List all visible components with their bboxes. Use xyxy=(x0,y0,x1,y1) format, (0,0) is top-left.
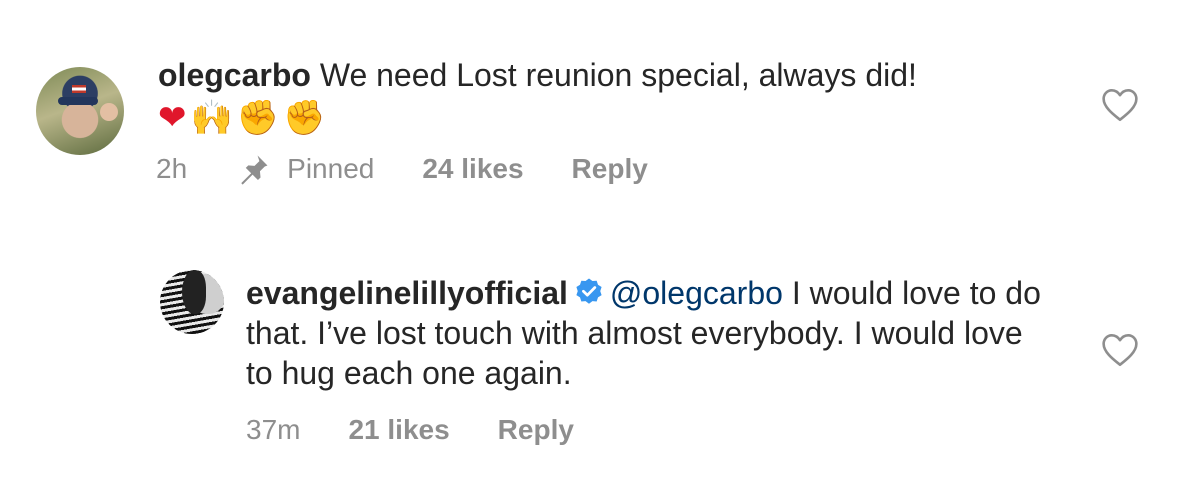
raising-hands-emoji: 🙌 xyxy=(190,99,233,137)
comment-body: olegcarbo We need Lost reunion special, … xyxy=(158,55,1118,139)
reply-comment: evangelinelillyofficial @olegcarbo I wou… xyxy=(160,270,1160,470)
comment-username[interactable]: olegcarbo xyxy=(158,57,311,93)
avatar[interactable] xyxy=(36,67,124,155)
emoji-row: ❤ 🙌 ✊ ✊ xyxy=(158,97,1118,139)
mention-link[interactable]: @olegcarbo xyxy=(610,275,783,311)
likes-count[interactable]: 24 likes xyxy=(422,152,523,186)
reply-button[interactable]: Reply xyxy=(498,413,574,447)
heart-outline-icon[interactable] xyxy=(1100,87,1140,123)
raised-fist-emoji: ✊ xyxy=(283,99,326,137)
pinned-indicator: Pinned xyxy=(237,152,374,186)
raised-fist-emoji: ✊ xyxy=(236,99,280,137)
comment-timestamp: 2h xyxy=(156,153,188,184)
comment-meta: 37m 21 likes Reply xyxy=(246,413,574,447)
avatar[interactable] xyxy=(160,270,224,334)
red-heart-emoji: ❤ xyxy=(158,99,187,137)
pinned-label: Pinned xyxy=(287,153,375,184)
comment: olegcarbo We need Lost reunion special, … xyxy=(36,55,1186,205)
pin-icon xyxy=(241,155,268,185)
verified-badge-icon xyxy=(576,278,602,304)
comment-body: evangelinelillyofficial @olegcarbo I wou… xyxy=(246,273,1046,393)
heart-outline-icon[interactable] xyxy=(1100,332,1140,368)
likes-count[interactable]: 21 likes xyxy=(348,413,449,447)
comment-text: We need Lost reunion special, always did… xyxy=(310,57,917,93)
reply-button[interactable]: Reply xyxy=(572,152,648,186)
comment-meta: 2h Pinned 24 likes Reply xyxy=(156,152,648,186)
comment-username[interactable]: evangelinelillyofficial xyxy=(246,275,568,311)
comment-timestamp: 37m xyxy=(246,414,301,445)
